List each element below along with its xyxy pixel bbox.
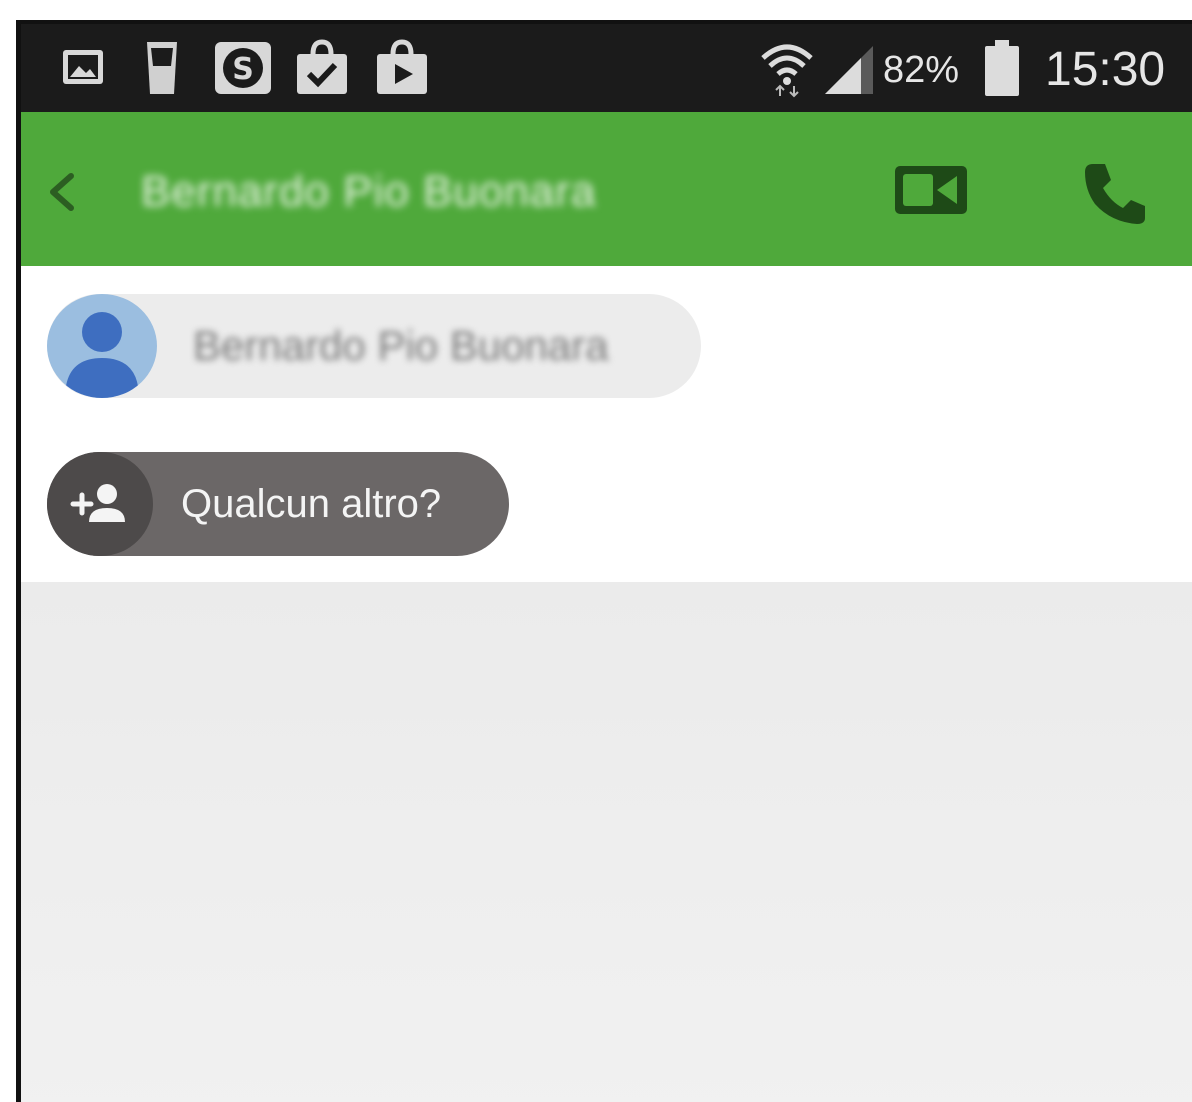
app-toolbar: Bernardo Pio Buonara [21, 112, 1192, 266]
play-store-icon [377, 39, 427, 94]
gallery-icon [63, 50, 103, 84]
svg-text:S: S [232, 52, 254, 87]
recipients-area: Bernardo Pio Buonara Qualcun altro? [21, 266, 1192, 582]
phone-icon[interactable] [1079, 158, 1151, 228]
glass-icon [147, 42, 177, 94]
phone-screen: S 82% 15:30 Bernardo Pio Buonara Bernard… [16, 20, 1192, 1102]
recipient-name: Bernardo Pio Buonara [193, 322, 609, 369]
add-recipient-button[interactable]: Qualcun altro? [47, 452, 509, 556]
back-icon[interactable] [41, 170, 81, 214]
shopping-bag-check-icon [297, 39, 347, 94]
person-icon [65, 312, 139, 398]
add-person-icon [70, 484, 125, 522]
battery-percent: 82% [883, 49, 960, 91]
add-person-icon-circle [47, 452, 153, 556]
conversation-title: Bernardo Pio Buonara [141, 167, 597, 216]
clock: 15:30 [1045, 43, 1166, 96]
skype-icon: S [215, 42, 271, 94]
recipient-chip[interactable]: Bernardo Pio Buonara [47, 294, 701, 398]
status-bar: S 82% 15:30 [21, 24, 1192, 112]
wifi-icon [761, 44, 813, 98]
signal-icon [825, 46, 873, 94]
battery-icon [985, 40, 1019, 96]
conversation-content [21, 582, 1192, 1102]
add-recipient-label: Qualcun altro? [181, 482, 442, 526]
avatar [47, 294, 157, 398]
video-call-icon[interactable] [893, 162, 969, 218]
